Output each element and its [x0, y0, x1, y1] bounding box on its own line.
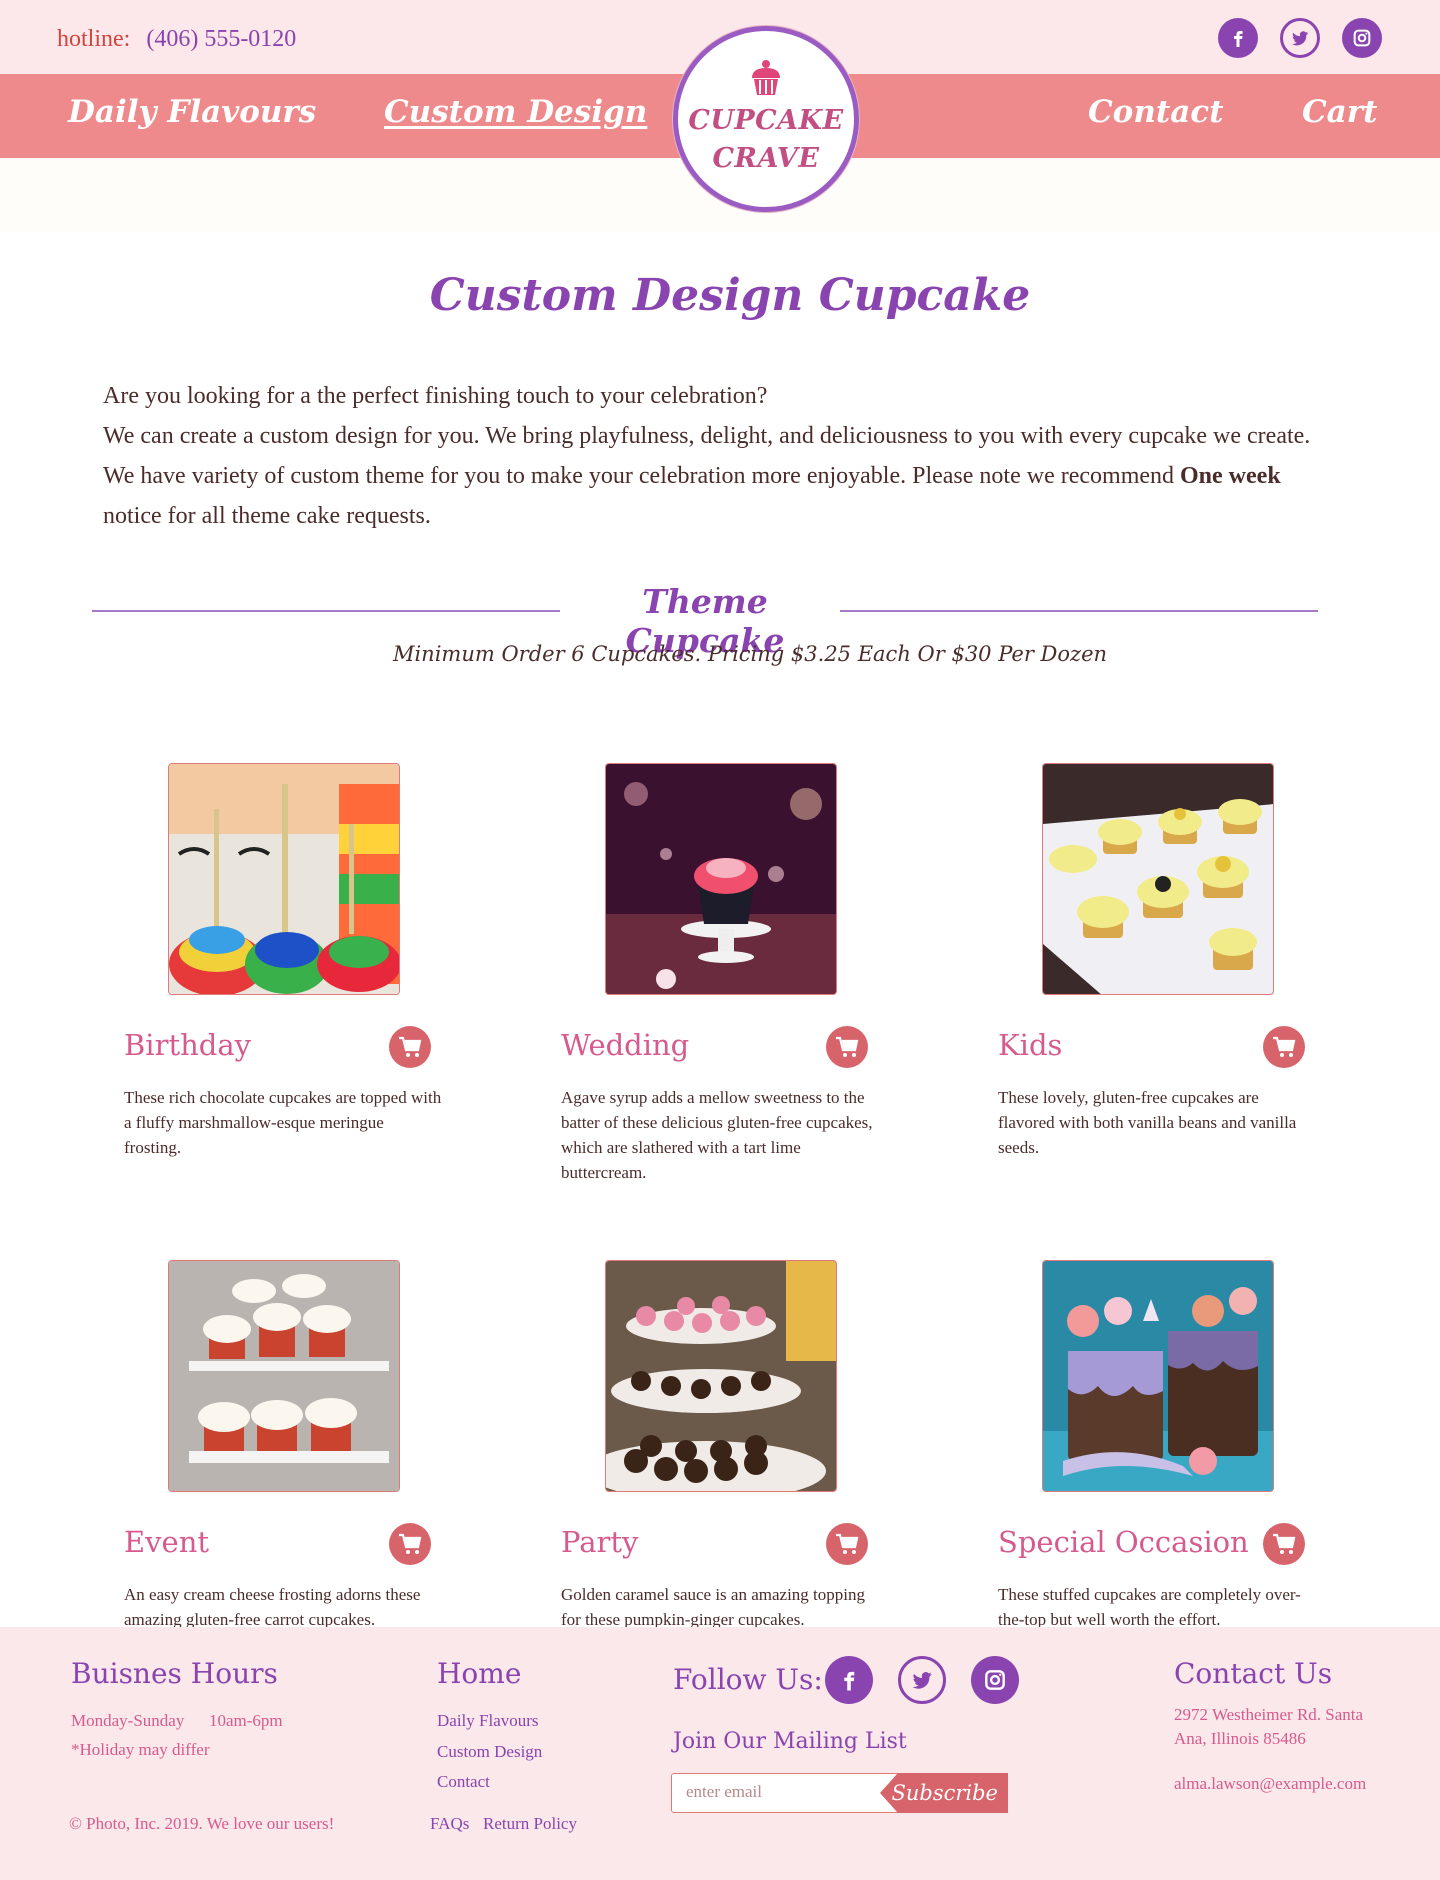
top-social-links [1218, 18, 1382, 58]
intro-text: Are you looking for a the perfect finish… [103, 376, 1343, 536]
product-description: An easy cream cheese frosting adorns the… [124, 1585, 421, 1629]
logo[interactable]: CUPCAKE CRAVE [673, 26, 859, 212]
subscribe-button[interactable]: Subscribe [880, 1773, 1008, 1813]
intro-line-3: We have variety of custom theme for you … [103, 456, 1343, 496]
footer-link-daily-flavours[interactable]: Daily Flavours [437, 1711, 539, 1731]
cart-icon [399, 1036, 422, 1057]
product-description: These rich chocolate cupcakes are topped… [124, 1088, 442, 1157]
hotline: hotline: (406) 555-0120 [57, 26, 296, 53]
cart-icon [1273, 1036, 1296, 1057]
footer-hours-note: *Holiday may differ [71, 1740, 210, 1759]
product-name: Birthday [124, 1028, 252, 1062]
product-image-kids[interactable] [1042, 763, 1274, 995]
cart-icon [399, 1533, 422, 1554]
nav-cart[interactable]: Cart [1302, 94, 1377, 130]
intro-line-4: notice for all theme cake requests. [103, 503, 431, 529]
product-name: Wedding [561, 1028, 690, 1062]
footer-contact-title: Contact Us [1174, 1657, 1333, 1690]
product-card: Wedding Agave syrup adds a mellow sweetn… [561, 763, 906, 1182]
product-description: Golden caramel sauce is an amazing toppi… [561, 1585, 865, 1629]
product-image-wedding[interactable] [605, 763, 837, 995]
hotline-number[interactable]: (406) 555-0120 [146, 26, 296, 52]
intro-line-3-text: We have variety of custom theme for you … [103, 463, 1181, 489]
footer-home-title[interactable]: Home [437, 1657, 521, 1690]
product-name: Special Occasion [998, 1525, 1249, 1559]
hotline-label: hotline: [57, 26, 131, 52]
nav-contact[interactable]: Contact [1088, 94, 1224, 130]
intro-line-1: Are you looking for a the perfect finish… [103, 383, 768, 409]
cart-icon [1273, 1533, 1296, 1554]
logo-line-2: CRAVE [712, 143, 820, 174]
instagram-icon[interactable] [971, 1656, 1019, 1704]
footer-email[interactable]: alma.lawson@example.com [1174, 1774, 1366, 1794]
add-to-cart-button[interactable] [389, 1523, 431, 1565]
footer-link-return-policy[interactable]: Return Policy [483, 1814, 577, 1834]
footer-address-line-1: 2972 Westheimer Rd. Santa [1174, 1705, 1364, 1724]
footer-copyright: © Photo, Inc. 2019. We love our users! [69, 1814, 335, 1833]
product-image-event[interactable] [168, 1260, 400, 1492]
product-card: Party Golden caramel sauce is an amazing… [561, 1260, 906, 1640]
product-name: Event [124, 1525, 210, 1559]
facebook-icon[interactable] [1218, 18, 1258, 58]
logo-line-1: CUPCAKE [688, 105, 844, 136]
product-card: Kids These lovely, gluten-free cupcakes … [998, 763, 1343, 1157]
instagram-icon[interactable] [1342, 18, 1382, 58]
twitter-icon[interactable] [898, 1656, 946, 1704]
twitter-icon[interactable] [1280, 18, 1320, 58]
product-name: Kids [998, 1028, 1063, 1062]
cart-icon [836, 1036, 859, 1057]
footer-address-line-2: Ana, Illinois 85486 [1174, 1729, 1306, 1748]
product-image-birthday[interactable] [168, 763, 400, 995]
footer: Buisnes Hours Monday-Sunday 10am-6pm *Ho… [0, 1627, 1440, 1880]
product-image-party[interactable] [605, 1260, 837, 1492]
add-to-cart-button[interactable] [826, 1523, 868, 1565]
product-name: Party [561, 1525, 639, 1559]
add-to-cart-button[interactable] [1263, 1026, 1305, 1068]
section-subtitle: Minimum Order 6 Cupcakes. Pricing $3.25 … [392, 642, 1108, 666]
footer-follow-title: Follow Us: [673, 1663, 823, 1696]
product-description: Agave syrup adds a mellow sweetness to t… [561, 1088, 873, 1182]
nav-daily-flavours[interactable]: Daily Flavours [68, 94, 316, 130]
nav-custom-design[interactable]: Custom Design [384, 94, 647, 130]
add-to-cart-button[interactable] [826, 1026, 868, 1068]
section-divider-left [92, 610, 560, 612]
facebook-icon[interactable] [825, 1656, 873, 1704]
footer-hours-time: 10am-6pm [209, 1711, 283, 1730]
intro-bold-notice: One week [1180, 463, 1281, 489]
product-card: Birthday These rich chocolate cupcakes a… [124, 763, 469, 1157]
product-description: These stuffed cupcakes are completely ov… [998, 1585, 1301, 1629]
footer-link-contact[interactable]: Contact [437, 1772, 490, 1792]
product-card: Event An easy cream cheese frosting ador… [124, 1260, 469, 1640]
cupcake-logo-icon [752, 60, 780, 95]
footer-link-custom-design[interactable]: Custom Design [437, 1742, 542, 1762]
footer-link-faqs[interactable]: FAQs [430, 1814, 469, 1834]
section-divider-right [840, 610, 1318, 612]
add-to-cart-button[interactable] [1263, 1523, 1305, 1565]
page-title: Custom Design Cupcake [429, 270, 1031, 321]
footer-hours-title: Buisnes Hours [71, 1657, 278, 1690]
add-to-cart-button[interactable] [389, 1026, 431, 1068]
product-image-special-occasion[interactable] [1042, 1260, 1274, 1492]
cart-icon [836, 1533, 859, 1554]
intro-line-2: We can create a custom design for you. W… [103, 423, 1311, 449]
product-description: These lovely, gluten-free cupcakes are f… [998, 1088, 1297, 1157]
product-card: Special Occasion These stuffed cupcakes … [998, 1260, 1343, 1640]
footer-mailing-title: Join Our Mailing List [673, 1729, 907, 1754]
footer-hours-days: Monday-Sunday [71, 1711, 185, 1730]
